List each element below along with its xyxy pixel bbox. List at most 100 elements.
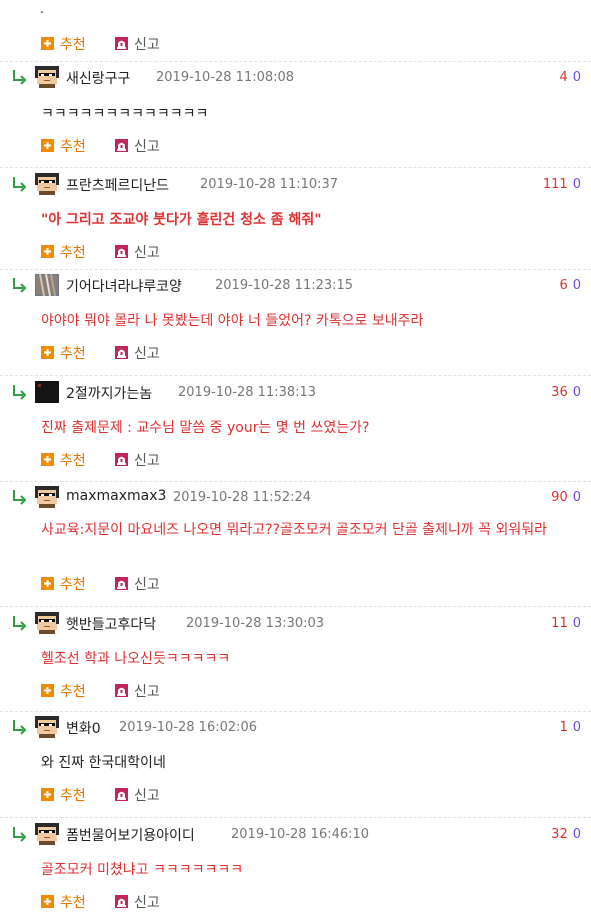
report-label: 신고 — [134, 684, 160, 700]
nickname[interactable]: 변화0 — [66, 718, 101, 738]
comment-date: 2019-10-28 11:52:24 — [173, 490, 312, 505]
comment-item: 2절까지가는놈 2019-10-28 11:38:13 36 0 진짜 출제문제 : 교… — [0, 381, 591, 481]
reply-arrow-icon — [13, 827, 27, 842]
plus-box-icon — [41, 895, 54, 908]
comment-item: 기어다녀라냐루코양 2019-10-28 11:23:15 6 0 야야야 뭐야 몰라 … — [0, 273, 591, 374]
comment-header: 햇반들고후다닥 2019-10-28 13:30:03 11 0 — [0, 612, 591, 634]
avatar[interactable] — [35, 381, 59, 403]
comment-item: 프란츠페르디난드 2019-10-28 11:10:37 111 0 "아 그리고 조교… — [0, 173, 591, 273]
siren-icon — [115, 346, 128, 359]
comment-divider — [0, 375, 591, 376]
siren-icon — [115, 577, 128, 590]
comment-date: 2019-10-28 11:38:13 — [178, 385, 317, 400]
recommend-label: 추천 — [60, 453, 86, 469]
nickname[interactable]: 기어다녀라냐루코양 — [66, 276, 182, 296]
siren-icon — [115, 37, 128, 50]
downvote-count: 0 — [572, 70, 581, 85]
comment-actions: 추천 신고 — [41, 785, 241, 804]
report-label: 신고 — [134, 453, 160, 469]
comment-header: 새신랑구구 2019-10-28 11:08:08 4 0 — [0, 66, 591, 88]
vote-counts: 36 0 — [551, 385, 581, 400]
downvote-count: 0 — [572, 490, 581, 505]
reply-arrow-icon — [13, 177, 27, 192]
comment-divider — [0, 61, 591, 62]
plus-box-icon — [41, 346, 54, 359]
comment-actions: 추천 신고 — [41, 136, 241, 155]
nickname[interactable]: 프란츠페르디난드 — [66, 175, 169, 195]
comment-header: 폼번물어보기용아이디 2019-10-28 16:46:10 32 0 — [0, 823, 591, 845]
comment-body: . — [40, 2, 45, 17]
plus-box-icon — [41, 453, 54, 466]
nickname[interactable]: 새신랑구구 — [66, 68, 130, 88]
siren-icon — [115, 684, 128, 697]
upvote-count: 90 — [551, 490, 568, 505]
vote-counts: 11 0 — [551, 616, 581, 631]
reply-arrow-icon — [13, 70, 27, 85]
siren-icon — [115, 788, 128, 801]
comment-header: 기어다녀라냐루코양 2019-10-28 11:23:15 6 0 — [0, 273, 591, 297]
vote-counts: 90 0 — [551, 490, 581, 505]
recommend-label: 추천 — [60, 684, 86, 700]
recommend-label: 추천 — [60, 788, 86, 804]
comment-actions: 추천 신고 — [41, 242, 241, 261]
comment-actions: 추천 신고 — [41, 892, 241, 911]
comment-body: 와 진짜 한국대학이네 — [41, 755, 166, 771]
downvote-count: 0 — [572, 177, 581, 192]
comment-divider — [0, 481, 591, 482]
nickname[interactable]: 폼번물어보기용아이디 — [66, 825, 195, 845]
comment-item: 햇반들고후다닥 2019-10-28 13:30:03 11 0 헬조선 학과 나오신듯… — [0, 612, 591, 712]
avatar[interactable] — [35, 716, 59, 738]
vote-counts: 10 — [559, 720, 581, 735]
vote-counts: 60 — [559, 278, 581, 293]
comment-body: ㅋㅋㅋㅋㅋㅋㅋㅋㅋㅋㅋㅋㅋ — [41, 106, 209, 122]
siren-icon — [115, 245, 128, 258]
upvote-count: 32 — [551, 827, 568, 842]
comment-body: 사교육:지문이 마요네즈 나오면 뭐라고??골조모커 골조모커 단골 출제니까 … — [41, 522, 547, 538]
comment-date: 2019-10-28 16:02:06 — [119, 720, 258, 735]
comment-date: 2019-10-28 11:10:37 — [200, 177, 339, 192]
comment-date: 2019-10-28 13:30:03 — [186, 616, 325, 631]
comment-body: 야야야 뭐야 몰라 나 못봤는데 야야 너 들었어? 카톡으로 보내주라 — [41, 313, 424, 329]
recommend-label: 추천 — [60, 577, 86, 593]
report-label: 신고 — [134, 577, 160, 593]
report-label: 신고 — [134, 245, 160, 261]
report-label: 신고 — [134, 139, 160, 155]
comment-item: 변화0 2019-10-28 16:02:06 1 0 와 진짜 한국대학이네추천 신고 — [0, 716, 591, 816]
upvote-count: 11 — [551, 616, 568, 631]
avatar[interactable] — [35, 823, 59, 845]
siren-icon — [115, 453, 128, 466]
report-label: 신고 — [134, 37, 160, 53]
plus-box-icon — [41, 788, 54, 801]
comment-item: 새신랑구구 2019-10-28 11:08:08 4 0 ㅋㅋㅋㅋㅋㅋㅋㅋㅋㅋㅋㅋㅋ 추… — [0, 66, 591, 166]
plus-box-icon — [41, 577, 54, 590]
avatar[interactable] — [35, 486, 59, 508]
nickname[interactable]: 2절까지가는놈 — [66, 383, 152, 403]
avatar[interactable] — [35, 173, 59, 195]
upvote-count: 36 — [551, 385, 568, 400]
report-label: 신고 — [134, 346, 160, 362]
plus-box-icon — [41, 37, 54, 50]
report-label: 신고 — [134, 788, 160, 804]
avatar[interactable] — [34, 273, 60, 297]
comment-date: 2019-10-28 16:46:10 — [231, 827, 370, 842]
recommend-label: 추천 — [60, 37, 86, 53]
vote-counts: 111 0 — [543, 177, 581, 192]
comment-header: 2절까지가는놈 2019-10-28 11:38:13 36 0 — [0, 381, 591, 403]
comment-actions: 추천 신고 — [41, 343, 241, 362]
reply-arrow-icon — [13, 385, 27, 400]
comment-divider — [0, 167, 591, 168]
reply-arrow-icon — [13, 720, 27, 735]
comment-actions: 추천 신고 — [41, 574, 241, 593]
avatar[interactable] — [35, 66, 59, 88]
avatar[interactable] — [35, 612, 59, 634]
nickname[interactable]: 햇반들고후다닥 — [66, 614, 156, 634]
nickname[interactable]: maxmaxmax3 — [66, 488, 166, 504]
comment-actions: 추천 신고 — [41, 450, 241, 469]
vote-counts: 40 — [559, 70, 581, 85]
downvote-count: 0 — [572, 385, 581, 400]
recommend-label: 추천 — [60, 245, 86, 261]
comment-divider — [0, 606, 591, 607]
plus-box-icon — [41, 684, 54, 697]
siren-icon — [115, 139, 128, 152]
downvote-count: 0 — [572, 278, 581, 293]
